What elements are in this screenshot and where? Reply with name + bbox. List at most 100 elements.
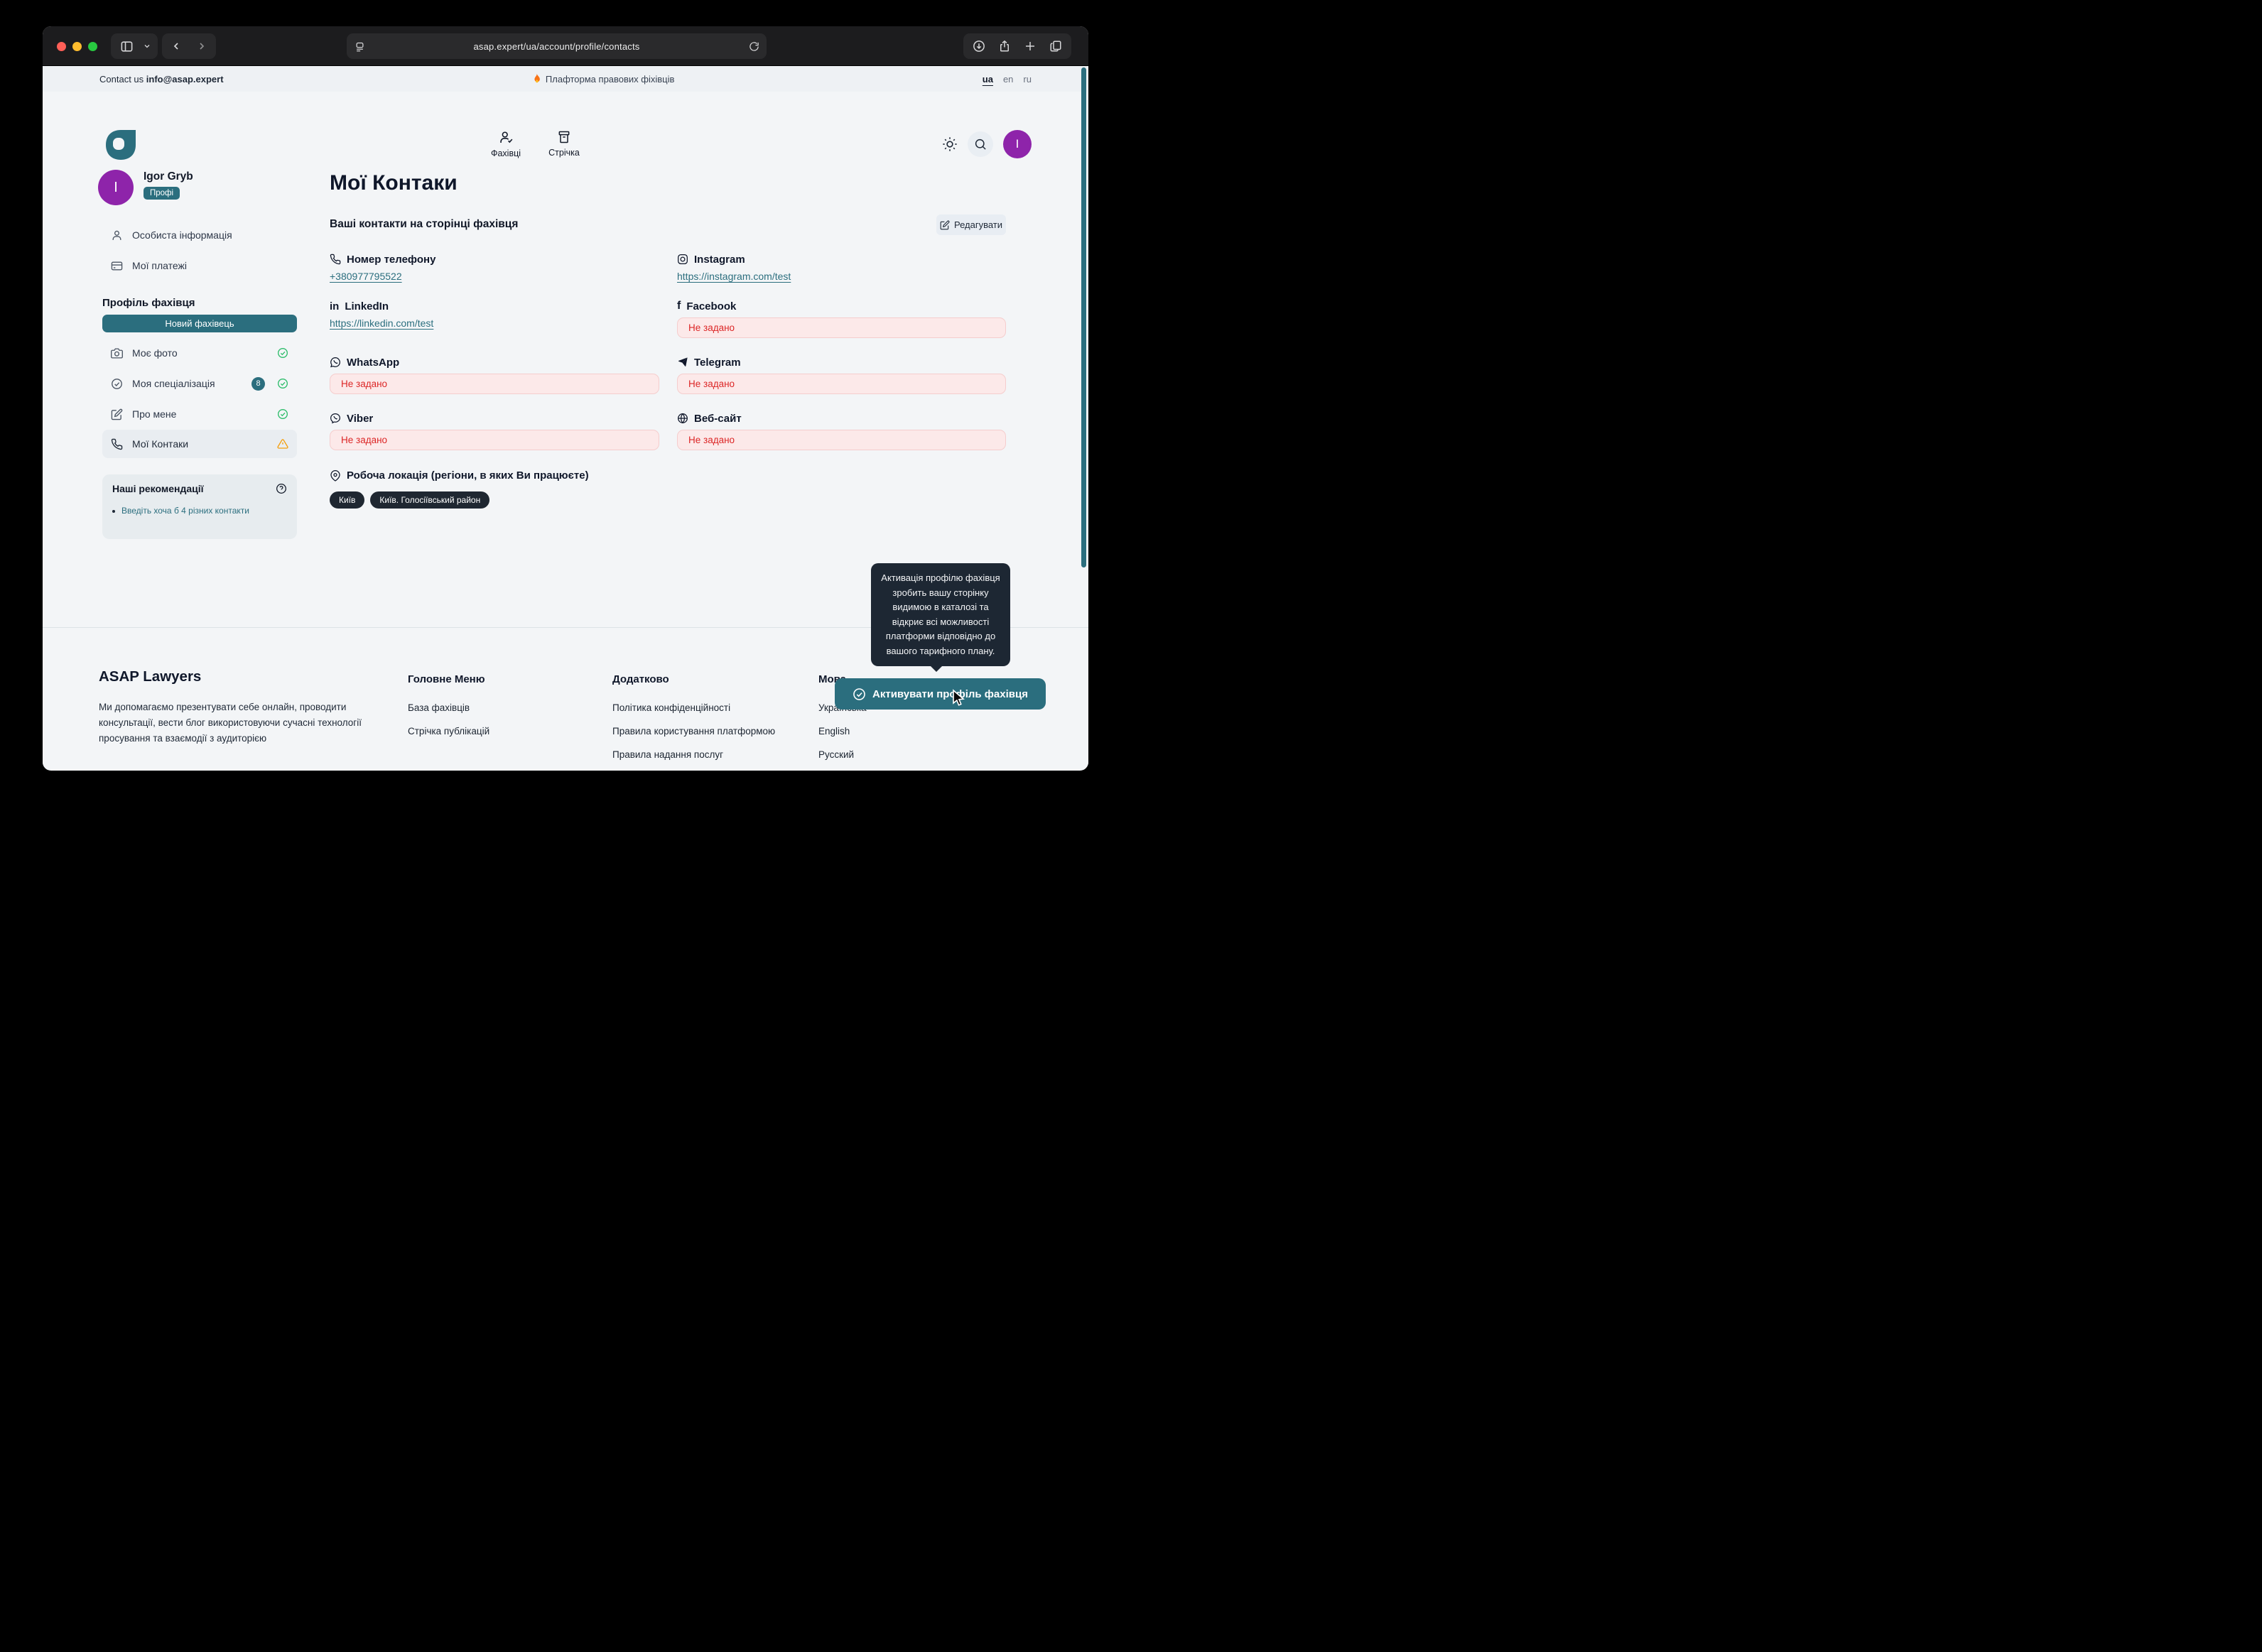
- work-location-section: Робоча локація (регіони, в яких Ви працю…: [330, 469, 589, 509]
- footer-link-lang-russian[interactable]: Русский: [818, 749, 854, 760]
- edit-icon: [111, 408, 123, 420]
- site-tagline: Плафторма правових фіхівців: [531, 73, 675, 85]
- field-label: Telegram: [694, 357, 741, 369]
- field-viber: Viber Не задано: [330, 411, 659, 450]
- contact-email[interactable]: info@asap.expert: [146, 74, 224, 85]
- sidebar-item-about-me[interactable]: Про мене: [102, 400, 297, 428]
- url-text: asap.expert/ua/account/profile/contacts: [372, 41, 741, 52]
- whatsapp-empty-value: Не задано: [330, 374, 659, 394]
- field-label: Viber: [347, 413, 373, 425]
- sidebar-item-personal-info[interactable]: Особиста інформація: [102, 223, 297, 247]
- share-icon[interactable]: [992, 33, 1017, 59]
- scrollbar-thumb[interactable]: [1081, 67, 1086, 567]
- field-instagram: Instagram https://instagram.com/test: [677, 252, 1006, 282]
- sidebar-section-title: Профіль фахівця: [102, 297, 195, 309]
- linkedin-link[interactable]: https://linkedin.com/test: [330, 317, 433, 329]
- expert-status-button[interactable]: Новий фахівець: [102, 315, 297, 332]
- contacts-grid: Номер телефону +380977795522 Instagram h…: [330, 252, 1006, 450]
- sidebar-item-label: Мої платежі: [132, 260, 187, 271]
- tab-overview-icon[interactable]: [1043, 33, 1068, 59]
- sidebar-item-label: Мої Контаки: [132, 438, 268, 450]
- specialization-count-badge: 8: [251, 377, 265, 391]
- reload-icon[interactable]: [741, 33, 767, 59]
- search-button[interactable]: [968, 131, 993, 157]
- footer-brand-title: ASAP Lawyers: [99, 668, 201, 685]
- footer-link-service-rules[interactable]: Правила надання послуг: [612, 749, 723, 760]
- asap-logo[interactable]: [104, 127, 138, 161]
- lang-ua[interactable]: ua: [983, 74, 993, 85]
- telegram-icon: [677, 357, 688, 368]
- new-tab-icon[interactable]: [1017, 33, 1043, 59]
- browser-titlebar: asap.expert/ua/account/profile/contacts: [43, 26, 1088, 66]
- sidebar-avatar: I: [98, 170, 134, 205]
- help-icon[interactable]: [276, 483, 287, 494]
- footer-link-lang-english[interactable]: English: [818, 726, 850, 737]
- feed-icon: [557, 130, 571, 144]
- nav-item-strichka[interactable]: Стрічка: [537, 130, 591, 158]
- recommendations-box: Наші рекомендації Введіть хоча б 4 різни…: [102, 474, 297, 539]
- field-phone: Номер телефону +380977795522: [330, 252, 659, 282]
- activation-tooltip: Активація профілю фахівця зробить вашу с…: [871, 563, 1010, 666]
- page-subtitle: Ваші контакти на сторінці фахівця: [330, 218, 518, 231]
- forward-button[interactable]: [189, 33, 215, 59]
- nav-item-fahivtsi[interactable]: Фахівці: [479, 130, 533, 158]
- edit-button-label: Редагувати: [954, 219, 1002, 230]
- back-button[interactable]: [163, 33, 189, 59]
- field-label: WhatsApp: [347, 357, 399, 369]
- downloads-icon[interactable]: [966, 33, 992, 59]
- bullet-dot: [112, 510, 115, 513]
- sidebar-item-label: Про мене: [132, 408, 268, 420]
- field-label: Facebook: [686, 300, 736, 313]
- footer-link-platform-rules[interactable]: Правила користування платформою: [612, 726, 775, 737]
- sidebar-item-payments[interactable]: Мої платежі: [102, 254, 297, 278]
- activate-profile-button[interactable]: Активувати профіль фахівця: [835, 678, 1046, 710]
- address-bar[interactable]: asap.expert/ua/account/profile/contacts: [347, 33, 767, 59]
- recommendations-title: Наші рекомендації: [112, 483, 204, 494]
- sidebar-toggle-icon[interactable]: [114, 33, 139, 59]
- window-controls: [57, 42, 97, 51]
- lang-en[interactable]: en: [1003, 74, 1013, 85]
- theme-toggle-icon[interactable]: [942, 136, 958, 152]
- instagram-icon: [677, 254, 688, 265]
- footer-link-privacy-policy[interactable]: Політика конфіденційності: [612, 702, 730, 713]
- credit-card-icon: [111, 260, 123, 272]
- field-whatsapp: WhatsApp Не задано: [330, 355, 659, 394]
- field-linkedin: inLinkedIn https://linkedin.com/test: [330, 299, 659, 338]
- website-empty-value: Не задано: [677, 430, 1006, 450]
- field-telegram: Telegram Не задано: [677, 355, 1006, 394]
- sidebar-item-my-photo[interactable]: Моє фото: [102, 339, 297, 367]
- header-controls: I: [942, 130, 1032, 158]
- sidebar-item-my-specialization[interactable]: Моя спеціалізація 8: [102, 369, 297, 398]
- field-label: Веб-сайт: [694, 413, 742, 425]
- task-check-icon: [111, 378, 123, 390]
- facebook-icon: f: [677, 300, 681, 313]
- footer-column-title-main-menu: Головне Меню: [408, 673, 485, 685]
- instagram-link[interactable]: https://instagram.com/test: [677, 271, 791, 282]
- lang-ru[interactable]: ru: [1023, 74, 1032, 85]
- sidebar-toggle-group: [111, 33, 158, 59]
- chevron-down-icon[interactable]: [139, 33, 155, 59]
- footer-link-publications-feed[interactable]: Стрічка публікацій: [408, 726, 489, 737]
- phone-link[interactable]: +380977795522: [330, 271, 402, 282]
- check-circle-icon: [277, 408, 288, 420]
- user-icon: [111, 229, 123, 241]
- sidebar-user-badge: Профі: [144, 187, 180, 200]
- edit-icon: [940, 220, 950, 230]
- edit-button[interactable]: Редагувати: [936, 214, 1006, 235]
- sidebar-item-label: Моє фото: [132, 347, 268, 359]
- fullscreen-window-button[interactable]: [88, 42, 97, 51]
- map-pin-icon: [330, 470, 341, 482]
- viber-empty-value: Не задано: [330, 430, 659, 450]
- sidebar-item-label: Особиста інформація: [132, 229, 232, 241]
- footer-link-experts-db[interactable]: База фахівців: [408, 702, 470, 713]
- reader-view-icon[interactable]: [347, 33, 372, 59]
- minimize-window-button[interactable]: [72, 42, 82, 51]
- fire-icon: [531, 73, 541, 85]
- field-facebook: f Facebook Не задано: [677, 299, 1006, 338]
- tagline-text: Плафторма правових фіхівців: [546, 74, 675, 85]
- close-window-button[interactable]: [57, 42, 66, 51]
- sidebar-user-name: Igor Gryb: [144, 170, 193, 183]
- sidebar-item-my-contacts[interactable]: Мої Контаки: [102, 430, 297, 458]
- user-avatar[interactable]: I: [1003, 130, 1032, 158]
- facebook-empty-value: Не задано: [677, 317, 1006, 338]
